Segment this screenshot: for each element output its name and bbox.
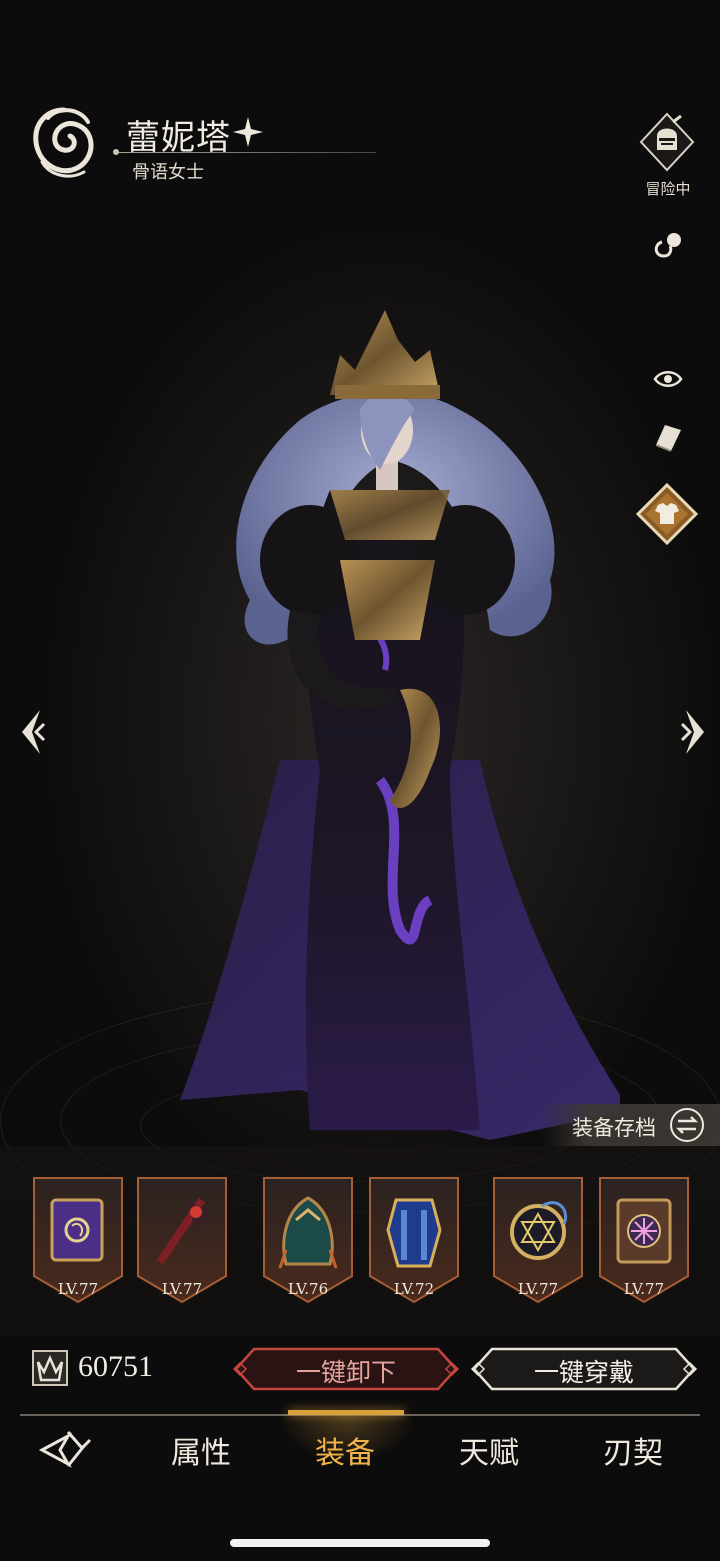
equipment-relic-book-icon [616, 1198, 672, 1264]
tab-blade-pact[interactable]: 刃契 [578, 1428, 688, 1472]
book-icon [655, 425, 681, 452]
shirt-icon[interactable] [636, 483, 698, 545]
home-indicator[interactable] [230, 1539, 490, 1547]
unequip-all-label: 一键卸下 [295, 1358, 396, 1387]
equipment-level: LV.72 [393, 1280, 435, 1298]
left-arrow-icon[interactable] [14, 706, 54, 758]
equip-all-button[interactable]: 一键穿戴 [470, 1346, 698, 1392]
equipment-archive-button[interactable]: 装备存档 [542, 1104, 720, 1146]
equipment-slot-amulet[interactable]: LV.77 [492, 1176, 584, 1304]
unequip-all-button[interactable]: 一键卸下 [232, 1346, 460, 1392]
equipment-weapon-icon [156, 1197, 210, 1265]
archive-label: 装备存档 [572, 1116, 656, 1140]
divider-dot [113, 149, 119, 155]
four-point-star-icon [233, 117, 263, 147]
active-tab-indicator [288, 1410, 404, 1415]
character-model [180, 310, 620, 1140]
equipment-level: LV.77 [57, 1280, 99, 1298]
eye-icon [653, 371, 683, 387]
equip-all-label: 一键穿戴 [533, 1358, 634, 1387]
whistle-button[interactable] [648, 228, 688, 264]
equipment-slot-armor[interactable]: LV.72 [368, 1176, 460, 1304]
equipment-slot-cloak[interactable]: LV.76 [262, 1176, 354, 1304]
blade-home-icon[interactable] [38, 1426, 92, 1470]
whistle-icon [654, 233, 681, 258]
swirl-emblem-icon [33, 107, 94, 178]
tab-equipment[interactable]: 装备 [290, 1428, 400, 1472]
equipment-slot-tome[interactable]: LV.77 [32, 1176, 124, 1304]
equipment-armor-icon [386, 1198, 442, 1268]
equipment-level: LV.77 [517, 1280, 559, 1298]
name-divider [116, 152, 376, 153]
equipment-level: LV.76 [287, 1280, 329, 1298]
swap-arrows-icon [670, 1108, 704, 1142]
record-button[interactable] [648, 418, 688, 458]
crown-power-icon [32, 1350, 68, 1386]
knight-helmet-icon[interactable] [637, 112, 697, 172]
equipment-slot-weapon[interactable]: LV.77 [136, 1176, 228, 1304]
equipment-tome-icon [50, 1198, 104, 1262]
equipment-cloak-icon [278, 1196, 338, 1269]
equipment-level: LV.77 [623, 1280, 665, 1298]
tab-talent[interactable]: 天赋 [434, 1428, 544, 1472]
tab-attributes[interactable]: 属性 [146, 1428, 256, 1472]
character-title: 骨语女士 [132, 162, 204, 183]
power-value: 60751 [78, 1350, 153, 1383]
equipment-level: LV.77 [161, 1280, 203, 1298]
adventure-status: 冒险中 [645, 180, 691, 198]
right-arrow-icon[interactable] [672, 706, 712, 758]
equipment-amulet-icon [510, 1201, 567, 1260]
visibility-toggle[interactable] [648, 362, 688, 396]
equipment-slot-relic-book[interactable]: LV.77 [598, 1176, 690, 1304]
